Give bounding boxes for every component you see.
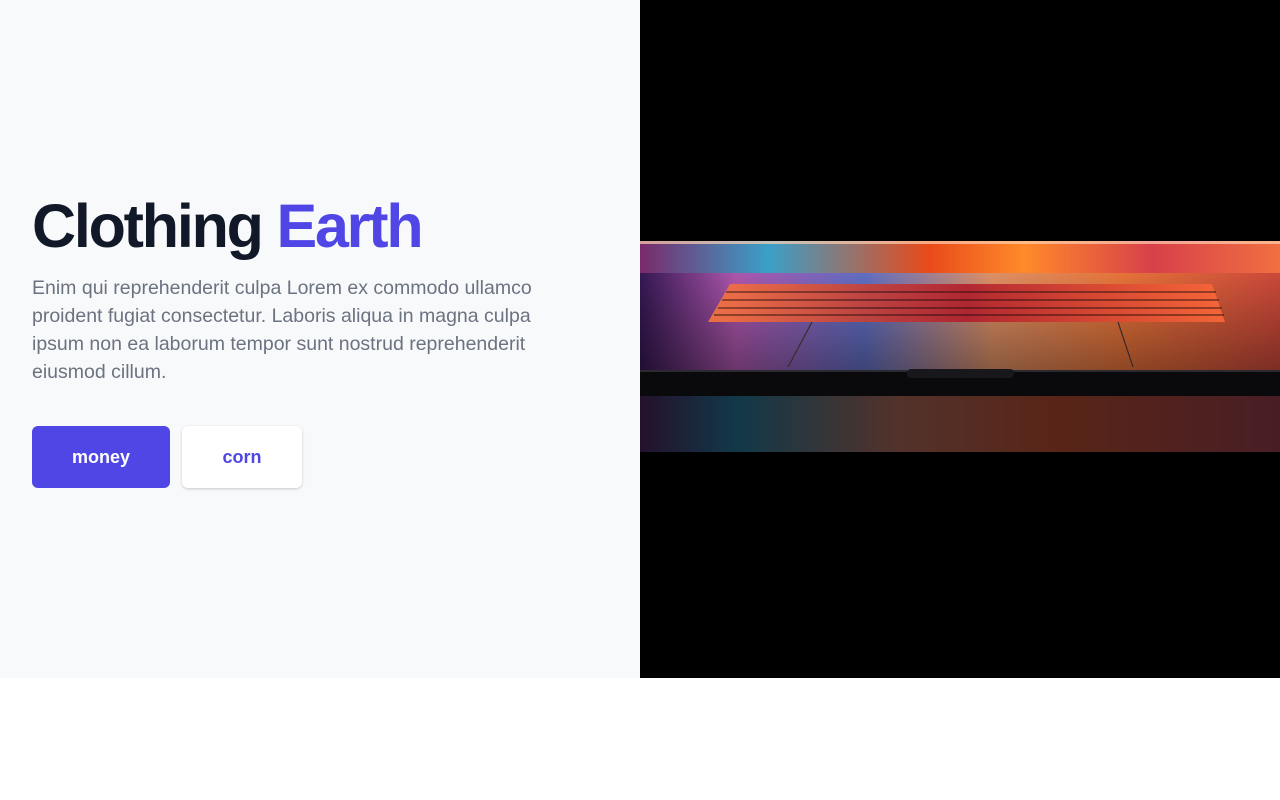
corn-button[interactable]: corn [182, 426, 302, 488]
money-button[interactable]: money [32, 426, 170, 488]
hero-buttons: money corn [32, 426, 572, 488]
hero-image-panel [640, 0, 1280, 678]
laptop-photo [640, 241, 1280, 452]
hero-description: Enim qui reprehenderit culpa Lorem ex co… [32, 277, 532, 383]
hero-title-accent: Earth [276, 192, 423, 260]
hero-title: Clothing Earth [32, 190, 572, 262]
hero-title-main: Clothing [32, 192, 264, 260]
hero-section: Clothing Earth Enim qui reprehenderit cu… [0, 0, 1280, 678]
hero-text-panel: Clothing Earth Enim qui reprehenderit cu… [0, 0, 640, 678]
hero-content: Clothing Earth Enim qui reprehenderit cu… [32, 190, 572, 488]
